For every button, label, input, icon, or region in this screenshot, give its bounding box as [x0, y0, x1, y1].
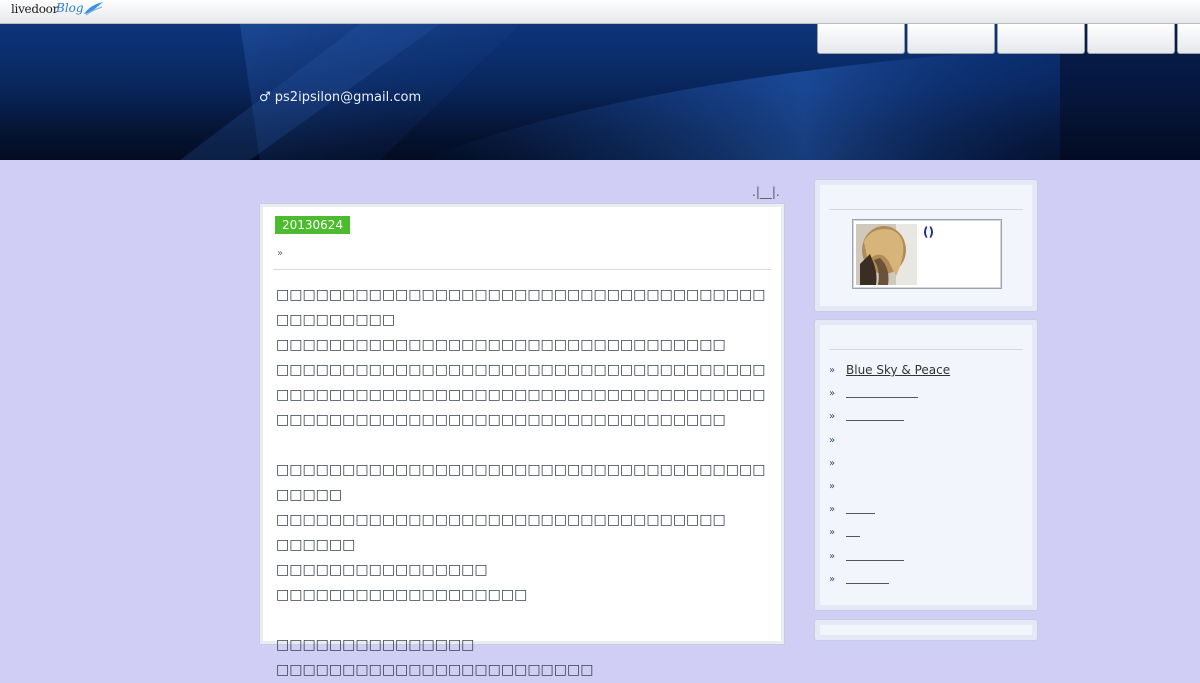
sidebar-link-item[interactable]: »: [829, 475, 950, 498]
sidebar-link-item[interactable]: »: [829, 429, 950, 452]
entry-pager-link[interactable]: .|__|.: [752, 185, 780, 199]
bullet-arrow-icon: »: [829, 434, 836, 446]
livedoor-logo[interactable]: livedoor: [11, 2, 58, 16]
profile-name[interactable]: (): [923, 225, 934, 239]
entry-paragraph: □□□□□□□□□□□□□□□: [276, 637, 475, 653]
entry-paragraph-blank: [276, 433, 770, 458]
sidebar-link-item[interactable]: »: [829, 545, 950, 568]
bird-logo-icon: [84, 2, 103, 16]
entry-body: □□□□□□□□□□□□□□□□□□□□□□□□□□□□□□□□□□□□□□□□…: [276, 283, 770, 683]
entry-date-badge: 20130624: [275, 216, 351, 234]
entry-paragraph: □□□□□□□□□□□□□□□□□□□□□□□□□□□□□□□□□□□□□□□□…: [276, 287, 766, 328]
sidebar-link-underline[interactable]: [846, 547, 904, 561]
bullet-arrow-icon: »: [829, 457, 836, 469]
sidebar-link-item[interactable]: »: [829, 521, 950, 544]
blog-header: ♂ ps2ipsilon@gmail.com: [0, 24, 1200, 160]
sidebar-link-item[interactable]: »: [829, 568, 950, 591]
livedoor-topbar: livedoor Blog: [0, 0, 1200, 24]
sidebar-link-blue-sky[interactable]: Blue Sky & Peace: [846, 363, 950, 377]
sidebar-link-item[interactable]: »: [829, 405, 950, 428]
sidebar-link-underline[interactable]: [846, 407, 904, 422]
blog-entry: 20130624 » □□□□□□□□□□□□□□□□□□□□□□□□□□□□□…: [260, 204, 784, 678]
entry-paragraph: □□□□□□□□□□□□□□□□: [276, 562, 488, 578]
sidebar-link-underline[interactable]: [846, 570, 889, 584]
bullet-arrow-icon: »: [829, 365, 836, 376]
sidebar-link-list: » Blue Sky & Peace » » » » » » » » »: [829, 359, 950, 591]
bullet-arrow-icon: »: [829, 504, 836, 516]
sidebar-link-item[interactable]: »: [829, 498, 950, 521]
nav-tab-3[interactable]: [997, 24, 1085, 54]
entry-paragraph: □□□□□□□□□□□□□□□□□□□□□□□□□□□□□□□□□□□□□□□□…: [276, 362, 766, 428]
entry-paragraph: □□□□□□□□□□□□□□□□□□□□□□□□□□□□□□□□□□: [276, 337, 726, 353]
avatar[interactable]: [856, 224, 917, 285]
entry-paragraph: □□□□□□□□□□□□□□□□□□□□□□□□□□□□□□□□□□: [276, 512, 726, 528]
nav-tab-4[interactable]: [1087, 24, 1175, 54]
avatar-image-icon: [856, 224, 917, 285]
bullet-arrow-icon: »: [829, 573, 836, 585]
sidebar-next-box: [815, 620, 1037, 640]
header-nav-tabs: [817, 24, 1200, 54]
bullet-arrow-icon: »: [829, 527, 836, 539]
nav-tab-2[interactable]: [907, 24, 995, 54]
entry-paragraph: □□□□□□□□□□□□□□□□□□□: [276, 587, 528, 603]
sidebar-link-item[interactable]: »: [829, 382, 950, 405]
header-email: ♂ ps2ipsilon@gmail.com: [259, 90, 422, 105]
entry-divider: [273, 269, 771, 270]
profile-card[interactable]: (): [852, 219, 1002, 289]
sidebar-link-item[interactable]: » Blue Sky & Peace: [829, 359, 950, 382]
sidebar-link-underline[interactable]: [846, 384, 918, 399]
entry-paragraph: □□□□□□□□□□□□□□□□□□□□□□□□□□□□□□□□□□□□□□□□…: [276, 462, 766, 503]
nav-tab-5[interactable]: [1177, 24, 1200, 54]
entry-paragraph-blank: [276, 608, 770, 633]
sidebar-links-box: » Blue Sky & Peace » » » » » » » » »: [815, 320, 1037, 610]
bullet-arrow-icon: »: [829, 411, 836, 423]
bullet-arrow-icon: »: [829, 480, 836, 492]
entry-paragraph: □□□□□□: [276, 537, 356, 553]
bullet-arrow-icon: »: [829, 388, 836, 400]
sidebar-link-underline[interactable]: [846, 500, 875, 515]
entry-paragraph: □□□□□□□□□□□□□□□□□□□□□□□□: [276, 662, 594, 678]
bullet-arrow-icon: »: [829, 550, 836, 562]
sidebar-link-item[interactable]: »: [829, 452, 950, 475]
sidebar-link-underline[interactable]: [846, 523, 860, 538]
sidebar-profile-box: (): [815, 180, 1037, 311]
sidebar-links-divider: [829, 349, 1023, 350]
nav-tab-1[interactable]: [817, 24, 905, 54]
entry-title-arrow-icon: »: [277, 248, 284, 259]
sidebar-profile-divider: [829, 209, 1023, 210]
blog-logo-text[interactable]: Blog: [56, 1, 84, 15]
